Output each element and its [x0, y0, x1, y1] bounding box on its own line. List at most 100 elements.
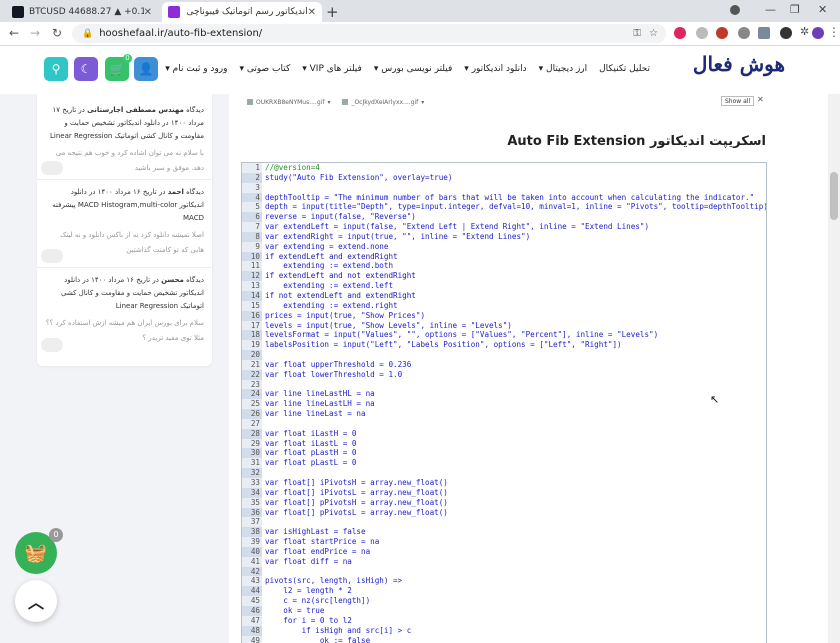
extension-icon[interactable] — [780, 27, 792, 39]
comment-item[interactable]: دیدگاه محسن در تاریخ ۱۶ مرداد ۱۴۰۰ در دا… — [37, 268, 212, 356]
attachment-file[interactable]: OUKRXB8eNYMus....gif ▾ — [247, 99, 330, 106]
back-icon[interactable]: ← — [9, 26, 19, 40]
page-scrollbar[interactable] — [828, 94, 840, 643]
code-line: 47 for i = 0 to l2 — [242, 615, 766, 626]
menu-item-filter-writing[interactable]: فیلتر نویسی بورس ▾ — [374, 64, 452, 74]
code-line: 44 l2 = length * 2 — [242, 586, 766, 597]
code-line: 7 var extendLeft = input(false, "Extend L… — [242, 222, 766, 232]
menu-item-technical[interactable]: تحلیل تکنیکال — [599, 64, 650, 74]
scrollbar-thumb[interactable] — [830, 172, 838, 220]
avatar[interactable] — [812, 27, 824, 39]
code-line: 26 var line lineLast = na — [242, 409, 766, 419]
attachment-bar: OUKRXB8eNYMus....gif ▾ _OcJkydXeIArlyxx.… — [247, 96, 765, 108]
code-text: var float[] iPivotsL = array.new_float() — [265, 487, 448, 497]
key-icon[interactable]: ⚿ — [633, 28, 641, 39]
line-number: 37 — [242, 517, 262, 528]
cart-button[interactable]: 🛒 0 — [105, 54, 132, 81]
menu-item-audiobook[interactable]: کتاب صوتی ▾ — [239, 64, 290, 74]
comment-text: با سلام نه می توان اشاده کرد و خوب هم نت… — [55, 149, 204, 172]
menu-item-vip-filters[interactable]: فیلتر های VIP ▾ — [302, 64, 362, 74]
pinterest-extension-icon[interactable] — [674, 27, 686, 39]
code-text: var float pLastL = 0 — [265, 458, 357, 468]
comment-item[interactable]: دیدگاه مهندس مصطفی اجارستانی در تاریخ ۱۷… — [37, 94, 212, 180]
line-number: 47 — [242, 615, 262, 626]
code-line: 15 extending := extend.right — [242, 300, 766, 311]
close-icon[interactable]: ✕ — [757, 95, 764, 104]
line-number: 46 — [242, 605, 262, 616]
code-line: 2 study("Auto Fib Extension", overlay=tru… — [242, 172, 766, 183]
line-number: 15 — [242, 300, 262, 311]
shield-extension-icon[interactable] — [758, 27, 770, 39]
code-line: 1//@version=4 — [242, 163, 766, 173]
code-text: depthTooltip = "The minimum number of ba… — [265, 192, 755, 202]
browser-tab-tradingview[interactable]: BTCUSD 44688.27 ▲ +0.17% Un ✕ — [6, 2, 158, 22]
reload-icon[interactable]: ↻ — [52, 26, 62, 40]
mouse-cursor-icon: ↖ — [710, 393, 720, 406]
code-line: 12 if extendLeft and not extendRight — [242, 271, 766, 282]
close-tab-icon[interactable]: ✕ — [308, 7, 316, 18]
line-number: 25 — [242, 399, 262, 410]
address-bar[interactable]: 🔒 hooshefaal.ir/auto-fib-extension/ ⚿ ☆ — [72, 24, 666, 43]
code-text: var extendLeft = input(false, "Extend Le… — [265, 222, 650, 232]
recent-comments-widget: دیدگاه مهندس مصطفی اجارستانی در تاریخ ۱۷… — [37, 94, 212, 366]
code-text: var float lowerThreshold = 1.0 — [265, 369, 403, 379]
restore-icon[interactable]: ❐ — [790, 3, 800, 16]
reply-bubble-icon[interactable] — [41, 249, 63, 263]
line-number: 39 — [242, 537, 262, 547]
code-text: var line lineLast = na — [265, 409, 366, 419]
line-number: 44 — [242, 586, 262, 597]
extension-icon[interactable] — [738, 27, 750, 39]
menu-item-login-register[interactable]: ورود و ثبت نام ▾ — [165, 64, 227, 74]
line-number: 38 — [242, 527, 262, 538]
code-line: 34 var float[] iPivotsL = array.new_float… — [242, 487, 766, 498]
browser-menu-icon[interactable]: ⋮ — [828, 25, 840, 39]
search-button[interactable]: ⚲ — [44, 57, 68, 81]
line-number: 22 — [242, 369, 262, 380]
lock-icon: 🔒 — [82, 28, 94, 39]
line-number: 20 — [242, 350, 262, 360]
menu-item-download-indicator[interactable]: دانلود اندیکاتور ▾ — [464, 64, 526, 74]
attachment-file[interactable]: _OcJkydXeIArlyxx....gif ▾ — [342, 99, 424, 106]
extension-icon[interactable] — [716, 27, 728, 39]
code-text: if extendLeft and extendRight — [265, 251, 398, 261]
code-text: var extendRight = input(true, "", inline… — [265, 231, 531, 241]
close-tab-icon[interactable]: ✕ — [144, 7, 152, 18]
line-number: 43 — [242, 576, 262, 587]
code-text: labelsPosition = input("Left", "Labels P… — [265, 340, 622, 350]
dark-mode-button[interactable]: ☾ — [74, 57, 98, 81]
minimize-icon[interactable]: — — [765, 3, 776, 16]
code-text: depth = input(title="Depth", type=input.… — [265, 202, 767, 212]
reply-bubble-icon[interactable] — [41, 161, 63, 175]
line-number: 14 — [242, 290, 262, 301]
code-line: 18 levelsFormat = input("Values", "", opt… — [242, 330, 766, 341]
floating-cart-button[interactable]: 🧺 0 — [15, 528, 63, 574]
menu-item-crypto[interactable]: ارز دیجیتال ▾ — [539, 64, 587, 74]
extension-icon[interactable] — [696, 27, 708, 39]
puzzle-extensions-icon[interactable]: ✲ — [800, 25, 809, 38]
new-tab-icon[interactable]: + — [326, 3, 339, 21]
forward-icon[interactable]: → — [30, 26, 40, 40]
site-logo[interactable]: هوش فعال — [693, 52, 785, 76]
page-title: اسکریپت اندیکاتور Auto Fib Extension — [507, 134, 766, 149]
user-account-button[interactable]: 👤 — [134, 57, 158, 81]
code-line: 19 labelsPosition = input("Left", "Labels… — [242, 340, 766, 351]
code-text: var float diff = na — [265, 556, 352, 566]
line-number: 6 — [242, 212, 262, 223]
code-text: var float pLastH = 0 — [265, 448, 357, 458]
line-number: 40 — [242, 546, 262, 557]
reply-bubble-icon[interactable] — [41, 338, 63, 352]
comment-item[interactable]: دیدگاه احمد در تاریخ ۱۶ مرداد ۱۴۰۰ در دا… — [37, 180, 212, 268]
show-all-button[interactable]: Show all — [721, 96, 755, 106]
scroll-to-top-button[interactable]: ︿ — [15, 580, 57, 622]
bookmark-star-icon[interactable]: ☆ — [649, 28, 658, 39]
code-line: 8 var extendRight = input(true, "", inlin… — [242, 231, 766, 242]
code-block[interactable]: 1//@version=4 2 study("Auto Fib Extension"… — [241, 162, 767, 643]
close-window-icon[interactable]: ✕ — [818, 3, 827, 16]
line-number: 11 — [242, 261, 262, 272]
code-line: 35 var float[] pPivotsH = array.new_float… — [242, 497, 766, 508]
line-number: 27 — [242, 418, 262, 429]
profile-menu-icon[interactable] — [730, 5, 740, 15]
browser-tab-active[interactable]: اندیکاتور رسم اتوماتیک فیبوناچی از ✕ — [162, 2, 322, 22]
code-line: 11 extending := extend.both — [242, 261, 766, 272]
line-number: 9 — [242, 241, 262, 252]
